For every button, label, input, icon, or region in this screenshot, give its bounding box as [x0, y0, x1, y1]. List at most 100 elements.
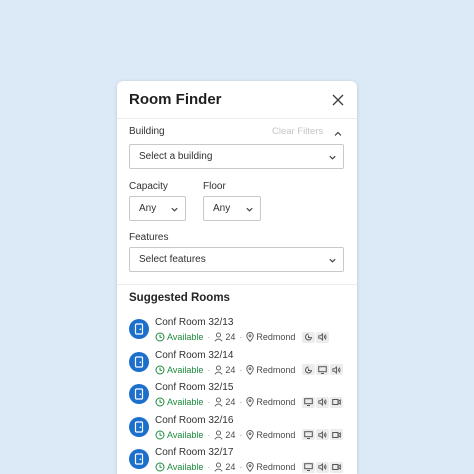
suggested-rooms-title: Suggested Rooms — [129, 292, 230, 304]
clock-icon — [155, 397, 165, 407]
room-location: Redmond — [256, 332, 296, 342]
room-name: Conf Room 32/17 — [155, 447, 234, 458]
location-pin-icon — [246, 397, 255, 407]
chevron-down-icon — [246, 207, 253, 212]
room-capacity: 24 — [225, 462, 236, 472]
room-features — [301, 429, 344, 440]
person-icon — [214, 397, 223, 407]
capacity-dropdown-value: Any — [139, 203, 157, 214]
room-capacity: 24 — [225, 332, 236, 342]
meta-separator: · — [207, 332, 211, 342]
meta-separator: · — [239, 429, 243, 440]
audio-icon — [330, 364, 344, 375]
panel-header: Room Finder — [117, 81, 357, 119]
chevron-up-icon — [334, 131, 342, 136]
room-name: Conf Room 32/14 — [155, 349, 234, 361]
location-pin-icon — [246, 332, 255, 342]
room-location: Redmond — [256, 397, 296, 407]
room-name: Conf Room 32/15 — [155, 382, 234, 393]
room-icon — [129, 319, 149, 339]
room-list-item[interactable]: Conf Room 32/13 Available · 24 · Redmond — [117, 315, 357, 345]
chevron-down-icon — [171, 207, 178, 212]
meta-separator: · — [239, 332, 243, 342]
person-icon — [214, 364, 223, 375]
features-dropdown[interactable]: Select features — [129, 247, 344, 272]
room-location: Redmond — [256, 429, 296, 440]
room-features — [301, 331, 330, 343]
meta-separator: · — [207, 429, 211, 440]
clock-icon — [155, 365, 165, 374]
audio-icon — [316, 331, 330, 343]
clear-filters-link[interactable]: Clear Filters — [272, 126, 323, 137]
room-capacity: 24 — [225, 397, 236, 407]
room-features — [301, 461, 344, 473]
accessibility-icon — [302, 364, 316, 375]
room-icon — [129, 449, 149, 469]
person-icon — [214, 462, 223, 472]
clock-icon — [155, 462, 165, 472]
person-icon — [214, 429, 223, 440]
room-status: Available — [167, 332, 204, 342]
meta-separator: · — [207, 397, 211, 407]
room-name: Conf Room 32/16 — [155, 414, 234, 426]
building-label: Building — [129, 126, 165, 137]
room-status: Available — [167, 397, 204, 407]
floor-label: Floor — [203, 181, 226, 192]
clock-icon — [155, 332, 165, 342]
room-list-item[interactable]: Conf Room 32/17 Available · 24 · Redmond — [117, 445, 357, 474]
room-list-item[interactable]: Conf Room 32/15 Available · 24 · Redmond — [117, 380, 357, 410]
room-location: Redmond — [256, 462, 296, 472]
chevron-down-icon — [329, 155, 336, 160]
features-dropdown-value: Select features — [139, 254, 206, 265]
room-status: Available — [167, 462, 204, 472]
location-pin-icon — [246, 364, 255, 375]
room-list-item[interactable]: Conf Room 32/14 Available · 24 · Redmond — [117, 348, 357, 378]
video-icon — [330, 461, 344, 473]
floor-dropdown-value: Any — [213, 203, 231, 214]
room-list-item[interactable]: Conf Room 32/16 Available · 24 · Redmond — [117, 413, 357, 443]
display-icon — [302, 396, 316, 408]
location-pin-icon — [246, 429, 255, 440]
building-dropdown[interactable]: Select a building — [129, 144, 344, 169]
section-divider — [117, 284, 357, 285]
audio-icon — [316, 429, 330, 440]
audio-icon — [316, 396, 330, 408]
display-icon — [316, 364, 330, 375]
room-meta: Available · 24 · Redmond — [155, 331, 330, 343]
building-dropdown-value: Select a building — [139, 151, 213, 162]
room-name: Conf Room 32/13 — [155, 317, 234, 328]
room-meta: Available · 24 · Redmond — [155, 461, 344, 473]
room-finder-panel: Room Finder Building Clear Filters Selec… — [117, 81, 357, 474]
room-features — [301, 364, 344, 375]
close-icon — [332, 94, 344, 106]
features-label: Features — [129, 232, 169, 243]
room-meta: Available · 24 · Redmond — [155, 429, 344, 441]
close-button[interactable] — [331, 93, 345, 107]
floor-dropdown[interactable]: Any — [203, 196, 261, 221]
accessibility-icon — [302, 331, 316, 343]
room-icon — [129, 416, 149, 437]
collapse-filters-button[interactable] — [333, 126, 343, 136]
display-icon — [302, 429, 316, 440]
video-icon — [330, 396, 344, 408]
meta-separator: · — [239, 364, 243, 375]
person-icon — [214, 332, 223, 342]
room-capacity: 24 — [225, 429, 236, 440]
room-meta: Available · 24 · Redmond — [155, 396, 344, 408]
meta-separator: · — [239, 462, 243, 472]
meta-separator: · — [207, 462, 211, 472]
room-meta: Available · 24 · Redmond — [155, 364, 344, 376]
display-icon — [302, 461, 316, 473]
audio-icon — [316, 461, 330, 473]
room-icon — [129, 351, 149, 372]
capacity-dropdown[interactable]: Any — [129, 196, 186, 221]
location-pin-icon — [246, 462, 255, 472]
panel-title: Room Finder — [129, 91, 222, 108]
room-features — [301, 396, 344, 408]
room-location: Redmond — [256, 364, 296, 375]
room-status: Available — [167, 429, 204, 440]
clock-icon — [155, 430, 165, 439]
meta-separator: · — [239, 397, 243, 407]
capacity-label: Capacity — [129, 181, 168, 192]
meta-separator: · — [207, 364, 211, 375]
